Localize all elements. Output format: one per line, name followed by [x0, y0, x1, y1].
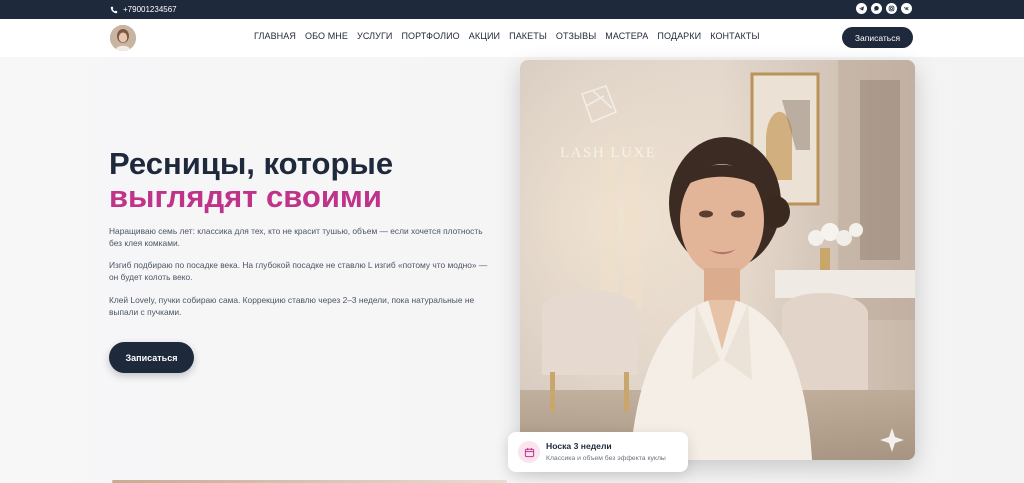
phone-number[interactable]: +79001234567 — [123, 5, 177, 14]
phone-link[interactable]: +79001234567 — [110, 3, 177, 16]
nav-item-gifts[interactable]: ПОДАРКИ — [657, 31, 701, 41]
feature-badge: Носка 3 недели Классика и объем без эффе… — [508, 432, 688, 472]
nav-item-masters[interactable]: МАСТЕРА — [605, 31, 648, 41]
nav-item-about[interactable]: ОБО МНЕ — [305, 31, 348, 41]
badge-title: Носка 3 недели — [546, 441, 612, 451]
vk-icon[interactable] — [901, 3, 912, 14]
book-button-hero[interactable]: Записаться — [109, 342, 194, 373]
avatar[interactable] — [110, 25, 136, 51]
hero-paragraph-2: Изгиб подбираю по посадке века. На глубо… — [109, 260, 488, 282]
book-button-nav[interactable]: Записаться — [842, 27, 913, 48]
nav-item-packages[interactable]: ПАКЕТЫ — [509, 31, 547, 41]
nav-item-reviews[interactable]: ОТЗЫВЫ — [556, 31, 596, 41]
hero-title-line1: Ресницы, которые — [109, 146, 394, 181]
nav-item-home[interactable]: ГЛАВНАЯ — [254, 31, 296, 41]
main-menu: ГЛАВНАЯ ОБО МНЕ УСЛУГИ ПОРТФОЛИО АКЦИИ П… — [254, 31, 760, 41]
wall-sign: LASH LUXE — [560, 145, 656, 161]
hero-photo: LASH LUXE — [520, 60, 915, 460]
social-links — [856, 3, 912, 14]
badge-subtitle: Классика и объем без эффекта куклы — [546, 455, 666, 462]
hero-paragraph-1: Наращиваю семь лет: классика для тех, кт… — [109, 226, 483, 248]
hero-section: Ресницы, которые выглядят своими Наращив… — [0, 57, 1024, 483]
phone-icon — [110, 6, 118, 13]
main-navbar: ГЛАВНАЯ ОБО МНЕ УСЛУГИ ПОРТФОЛИО АКЦИИ П… — [0, 19, 1024, 57]
chat-icon[interactable] — [871, 3, 882, 14]
telegram-icon[interactable] — [856, 3, 867, 14]
instagram-icon[interactable] — [886, 3, 897, 14]
top-bar: +79001234567 — [0, 0, 1024, 19]
nav-item-portfolio[interactable]: ПОРТФОЛИО — [401, 31, 459, 41]
hero-title: Ресницы, которые выглядят своими — [109, 147, 393, 213]
calendar-icon — [518, 441, 540, 463]
hero-title-accent: выглядят своими — [109, 179, 382, 214]
nav-item-contacts[interactable]: КОНТАКТЫ — [710, 31, 759, 41]
nav-item-promotions[interactable]: АКЦИИ — [469, 31, 500, 41]
hero-paragraph-3: Клей Lovely, пучки собираю сама. Коррекц… — [109, 295, 475, 317]
nav-item-services[interactable]: УСЛУГИ — [357, 31, 392, 41]
